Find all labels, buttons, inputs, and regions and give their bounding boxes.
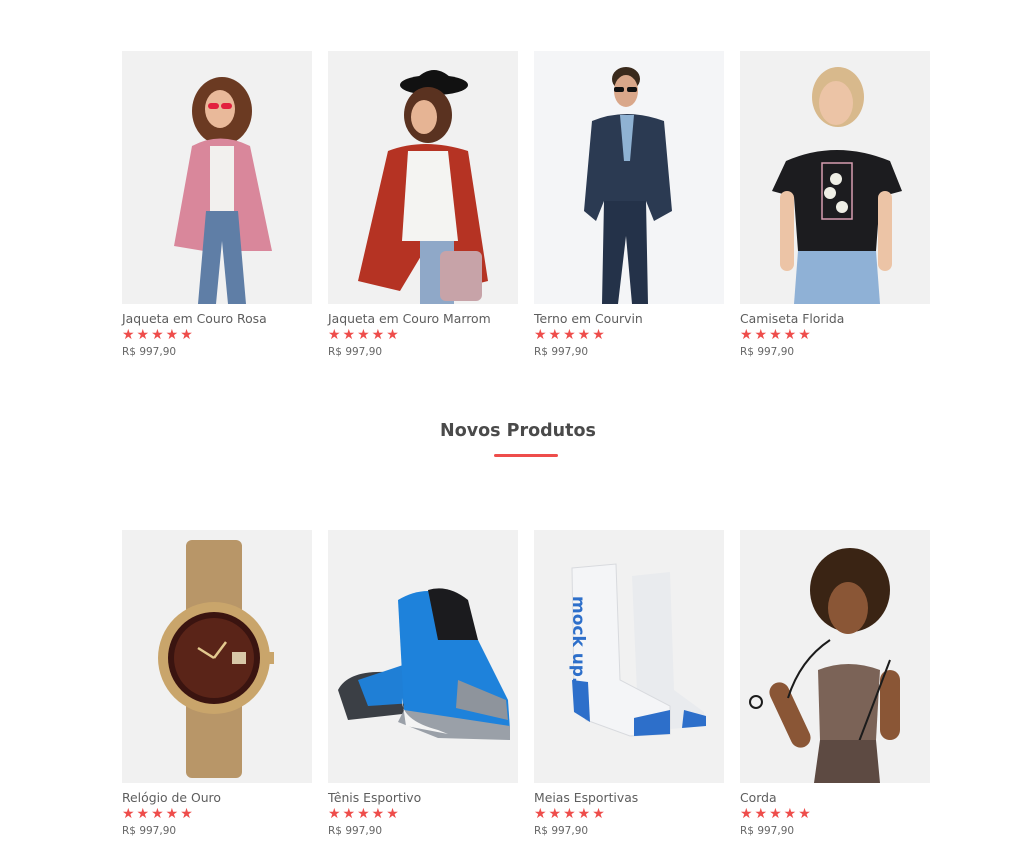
product-name[interactable]: Relógio de Ouro [122,790,312,805]
product-card[interactable]: Terno em Courvin ★★★★★ R$ 997,90 [534,51,724,359]
product-card[interactable]: Tênis Esportivo ★★★★★ R$ 997,90 [328,530,518,838]
man-suit-image[interactable] [534,51,724,304]
product-card[interactable]: Camiseta Florida ★★★★★ R$ 997,90 [740,51,930,359]
woman-pink-jacket-image[interactable] [122,51,312,304]
product-name[interactable]: Meias Esportivas [534,790,724,805]
product-card[interactable]: Relógio de Ouro ★★★★★ R$ 997,90 [122,530,312,838]
jump-rope-woman-image[interactable] [740,530,930,783]
product-name[interactable]: Jaqueta em Couro Marrom [328,311,518,326]
product-name[interactable]: Tênis Esportivo [328,790,518,805]
woman-floral-tshirt-image[interactable] [740,51,930,304]
product-price: R$ 997,90 [740,346,795,358]
socks-image[interactable]: mock up. [534,530,724,783]
product-name[interactable]: Jaqueta em Couro Rosa [122,311,312,326]
product-price: R$ 997,90 [740,825,795,837]
section-title: Novos Produtos [440,421,596,441]
rating-stars: ★★★★★ [328,806,401,822]
gold-watch-image[interactable] [122,530,312,783]
rating-stars: ★★★★★ [740,806,813,822]
product-price: R$ 997,90 [328,825,383,837]
blue-sneaker-image[interactable] [328,530,518,783]
product-price: R$ 997,90 [328,346,383,358]
product-price: R$ 997,90 [122,346,177,358]
product-name[interactable]: Corda [740,790,930,805]
product-card[interactable]: Corda ★★★★★ R$ 997,90 [740,530,930,838]
rating-stars: ★★★★★ [534,806,607,822]
rating-stars: ★★★★★ [740,327,813,343]
product-price: R$ 997,90 [534,825,589,837]
socks-brand-text: mock up. [568,596,588,684]
product-price: R$ 997,90 [122,825,177,837]
rating-stars: ★★★★★ [534,327,607,343]
product-card[interactable]: Jaqueta em Couro Rosa ★★★★★ R$ 997,90 [122,51,312,359]
section-title-underline [494,454,558,457]
product-grid-new: Relógio de Ouro ★★★★★ R$ 997,90 Tênis Es… [122,530,930,838]
product-name[interactable]: Camiseta Florida [740,311,930,326]
product-name[interactable]: Terno em Courvin [534,311,724,326]
woman-red-jacket-image[interactable] [328,51,518,304]
product-card[interactable]: Jaqueta em Couro Marrom ★★★★★ R$ 997,90 [328,51,518,359]
product-price: R$ 997,90 [534,346,589,358]
product-card[interactable]: mock up. Meias Esportivas ★★★★★ R$ 997,9… [534,530,724,838]
rating-stars: ★★★★★ [328,327,401,343]
product-grid-top: Jaqueta em Couro Rosa ★★★★★ R$ 997,90 Ja… [122,51,930,359]
rating-stars: ★★★★★ [122,806,195,822]
rating-stars: ★★★★★ [122,327,195,343]
